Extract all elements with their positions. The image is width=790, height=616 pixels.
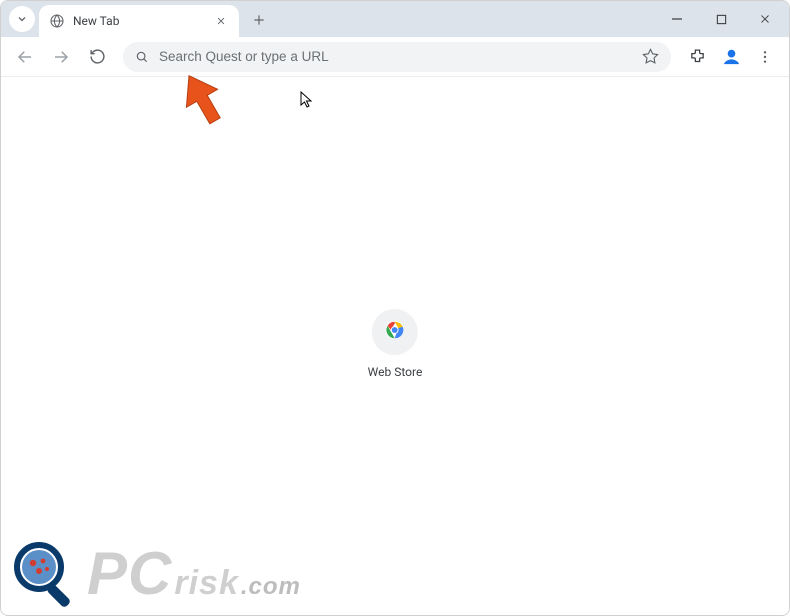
page-content: Web Store [1, 77, 789, 615]
watermark-risk: risk [174, 566, 239, 600]
browser-tab[interactable]: New Tab [39, 5, 239, 37]
profile-button[interactable] [717, 43, 745, 71]
tab-search-button[interactable] [9, 6, 35, 32]
back-button[interactable] [9, 41, 41, 73]
tab-title: New Tab [73, 14, 213, 28]
menu-button[interactable] [749, 41, 781, 73]
globe-icon [49, 13, 65, 29]
omnibox-input[interactable] [159, 49, 632, 64]
shortcut-tile[interactable]: Web Store [368, 309, 423, 379]
watermark-pc: PC [87, 544, 172, 604]
watermark-text: PC risk .com [87, 544, 301, 604]
web-store-icon [384, 319, 406, 345]
shortcut-tile-circle [372, 309, 418, 355]
close-tab-button[interactable] [213, 13, 229, 29]
close-window-button[interactable] [743, 4, 787, 34]
forward-button[interactable] [45, 41, 77, 73]
minimize-button[interactable] [655, 4, 699, 34]
reload-button[interactable] [81, 41, 113, 73]
extensions-button[interactable] [681, 41, 713, 73]
chevron-down-icon [16, 10, 28, 29]
new-tab-button[interactable] [245, 6, 273, 34]
toolbar [1, 37, 789, 77]
bookmark-button[interactable] [642, 48, 659, 65]
search-icon [135, 50, 149, 64]
address-bar[interactable] [123, 42, 671, 72]
shortcut-label: Web Store [368, 365, 423, 379]
watermark-com: .com [241, 573, 301, 601]
tab-strip: New Tab [1, 1, 789, 37]
window-controls [655, 1, 787, 37]
browser-window: New Tab [0, 0, 790, 616]
magnifier-icon [9, 539, 79, 609]
maximize-button[interactable] [699, 4, 743, 34]
watermark: PC risk .com [9, 539, 301, 609]
